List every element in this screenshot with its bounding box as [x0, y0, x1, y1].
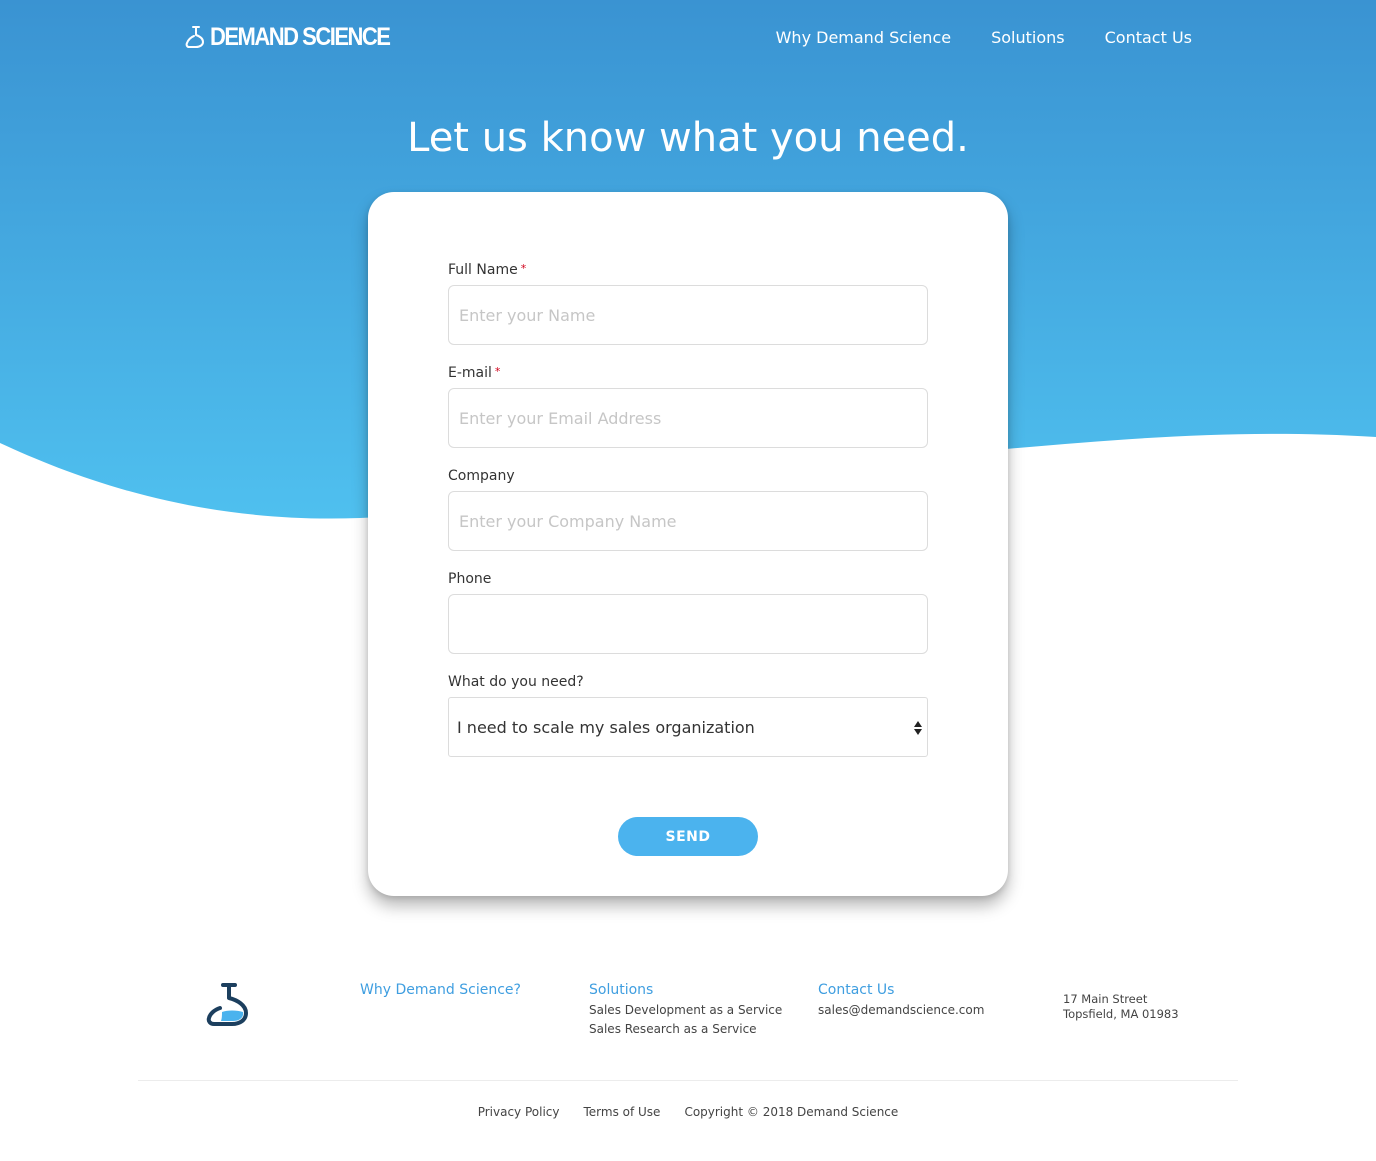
contact-form-card: Full Name* E-mail* Company Phone What do… [368, 192, 1008, 896]
phone-input[interactable] [448, 594, 928, 654]
footer-col-contact: Contact Us sales@demandscience.com [818, 982, 984, 1022]
footer-col-why: Why Demand Science? [360, 982, 521, 1003]
footer-divider [138, 1080, 1238, 1081]
footer-link-why-demand-science[interactable]: Why Demand Science? [360, 982, 521, 998]
footer-link-sales-development[interactable]: Sales Development as a Service [589, 1003, 782, 1017]
select-arrows-icon [914, 721, 922, 735]
company-input[interactable] [448, 491, 928, 551]
logo-text: DEMAND SCIENCE [210, 22, 391, 51]
email-label: E-mail * [448, 365, 501, 381]
required-marker: * [494, 365, 501, 378]
page-headline: Let us know what you need. [407, 115, 969, 161]
footer-address: 17 Main Street Topsfield, MA 01983 [1063, 992, 1179, 1022]
need-select[interactable]: I need to scale my sales organization [448, 697, 928, 757]
terms-of-use-link[interactable]: Terms of Use [583, 1105, 660, 1119]
email-input[interactable] [448, 388, 928, 448]
address-line-1: 17 Main Street [1063, 992, 1148, 1006]
nav-link-why-demand-science[interactable]: Why Demand Science [776, 28, 951, 47]
flask-icon [185, 26, 204, 48]
phone-label: Phone [448, 571, 492, 587]
footer-flask-logo-icon[interactable] [205, 982, 251, 1028]
footer-link-contact-us[interactable]: Contact Us [818, 982, 984, 998]
footer-col-solutions: Solutions Sales Development as a Service… [589, 982, 782, 1041]
privacy-policy-link[interactable]: Privacy Policy [478, 1105, 560, 1119]
company-label: Company [448, 468, 515, 484]
nav-link-solutions[interactable]: Solutions [991, 28, 1065, 47]
nav-link-contact-us[interactable]: Contact Us [1105, 28, 1192, 47]
footer-link-sales-research[interactable]: Sales Research as a Service [589, 1022, 782, 1036]
address-line-2: Topsfield, MA 01983 [1063, 1007, 1179, 1021]
main-nav: Why Demand Science Solutions Contact Us [776, 28, 1192, 47]
required-marker: * [520, 262, 527, 275]
footer-bottom-bar: Privacy Policy Terms of Use Copyright © … [0, 1105, 1376, 1119]
copyright-text: Copyright © 2018 Demand Science [684, 1105, 899, 1119]
footer-link-solutions[interactable]: Solutions [589, 982, 782, 998]
full-name-input[interactable] [448, 285, 928, 345]
footer-email-link[interactable]: sales@demandscience.com [818, 1003, 984, 1017]
need-select-label: What do you need? [448, 674, 584, 690]
send-button[interactable]: SEND [618, 817, 758, 856]
need-select-value: I need to scale my sales organization [457, 717, 755, 737]
full-name-label: Full Name * [448, 262, 527, 278]
site-logo[interactable]: DEMAND SCIENCE [185, 22, 391, 52]
